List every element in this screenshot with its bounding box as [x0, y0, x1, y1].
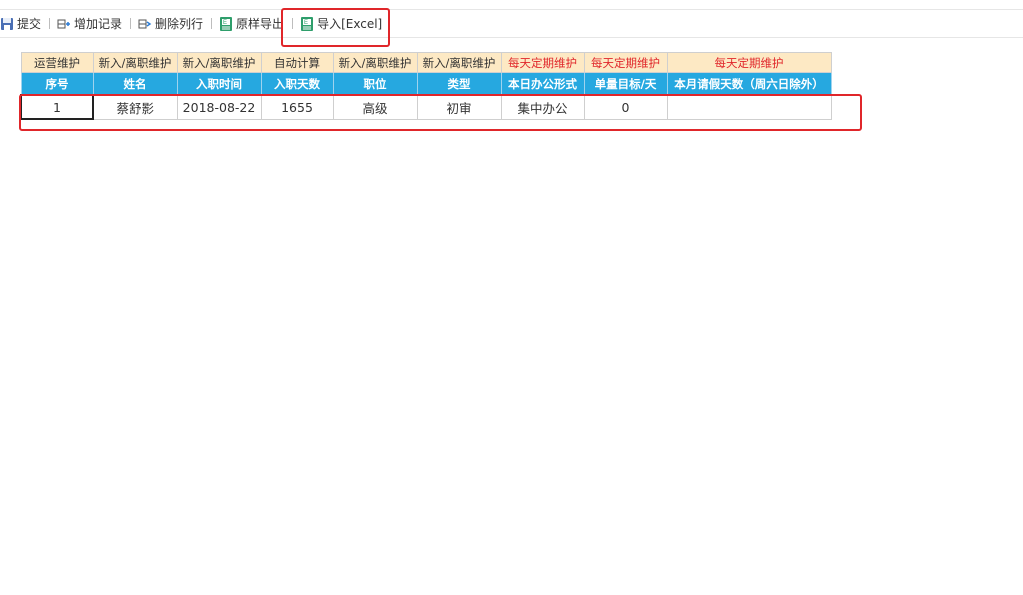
- submit-label: 提交: [17, 17, 42, 31]
- category-cell: 每天定期维护: [500, 52, 585, 73]
- category-cell: 新入/离职维护: [416, 52, 502, 73]
- toolbar: 提交 增加记录 删除列行 E 原样导出 E 导入[Excel]: [0, 9, 1023, 38]
- header-row: 序号 姓名 入职时间 入职天数 职位 类型 本日办公形式 单量目标/天 本月请假…: [20, 72, 832, 96]
- category-cell: 新入/离职维护: [332, 52, 418, 73]
- table-cell-name[interactable]: 蔡舒影: [92, 94, 178, 120]
- table-row[interactable]: 1 蔡舒影 2018-08-22 1655 高级 初审 集中办公 0: [20, 94, 832, 120]
- table-cell-work-mode[interactable]: 集中办公: [500, 94, 585, 120]
- toolbar-separator: [211, 18, 213, 29]
- category-cell: 新入/离职维护: [92, 52, 178, 73]
- column-header-type[interactable]: 类型: [416, 72, 502, 96]
- toolbar-separator: [292, 18, 294, 29]
- category-row: 运营维护 新入/离职维护 新入/离职维护 自动计算 新入/离职维护 新入/离职维…: [20, 52, 832, 73]
- save-icon: [0, 17, 14, 31]
- svg-text:E: E: [223, 20, 227, 26]
- submit-button[interactable]: 提交: [0, 10, 45, 37]
- excel-export-icon: E: [219, 16, 233, 31]
- export-original-label: 原样导出: [236, 17, 285, 31]
- category-cell: 运营维护: [20, 52, 94, 73]
- category-cell: 自动计算: [260, 52, 334, 73]
- table-cell-leave-days[interactable]: [666, 94, 832, 120]
- table-cell-hire-date[interactable]: 2018-08-22: [176, 94, 262, 120]
- table-cell-days-employed[interactable]: 1655: [260, 94, 334, 120]
- table-cell-type[interactable]: 初审: [416, 94, 502, 120]
- column-header-index[interactable]: 序号: [20, 72, 94, 96]
- import-excel-label: 导入[Excel]: [317, 17, 383, 31]
- add-record-label: 增加记录: [74, 17, 123, 31]
- table-cell-position[interactable]: 高级: [332, 94, 418, 120]
- column-header-name[interactable]: 姓名: [92, 72, 178, 96]
- excel-import-icon: E: [300, 16, 314, 31]
- add-record-button[interactable]: 增加记录: [55, 10, 126, 37]
- delete-row-button[interactable]: 删除列行: [136, 10, 207, 37]
- toolbar-separator: [130, 18, 132, 29]
- delete-row-icon: [138, 17, 152, 31]
- column-header-days-employed[interactable]: 入职天数: [260, 72, 334, 96]
- table-cell-index[interactable]: 1: [20, 94, 94, 120]
- category-cell: 新入/离职维护: [176, 52, 262, 73]
- export-original-button[interactable]: E 原样导出: [217, 10, 288, 37]
- column-header-work-mode[interactable]: 本日办公形式: [500, 72, 585, 96]
- import-excel-button[interactable]: E 导入[Excel]: [298, 10, 386, 37]
- column-header-position[interactable]: 职位: [332, 72, 418, 96]
- table-cell-daily-target[interactable]: 0: [583, 94, 668, 120]
- data-grid: 运营维护 新入/离职维护 新入/离职维护 自动计算 新入/离职维护 新入/离职维…: [20, 52, 832, 120]
- category-cell: 每天定期维护: [583, 52, 668, 73]
- delete-row-label: 删除列行: [155, 17, 204, 31]
- category-cell: 每天定期维护: [666, 52, 832, 73]
- svg-text:E: E: [304, 20, 308, 26]
- column-header-daily-target[interactable]: 单量目标/天: [583, 72, 668, 96]
- column-header-leave-days[interactable]: 本月请假天数（周六日除外）: [666, 72, 832, 96]
- column-header-hire-date[interactable]: 入职时间: [176, 72, 262, 96]
- toolbar-separator: [49, 18, 51, 29]
- add-row-icon: [57, 17, 71, 31]
